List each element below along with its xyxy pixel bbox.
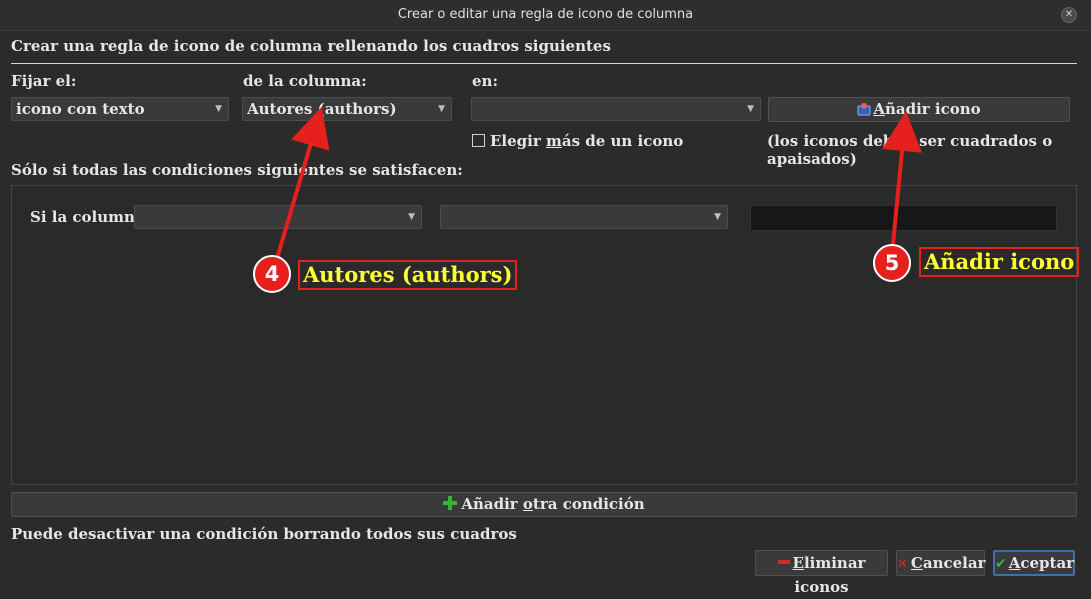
annotation-badge-5: 5 — [873, 244, 911, 282]
annotation-arrows — [274, 106, 922, 263]
arrow-to-columna — [274, 106, 330, 263]
annotation-callout-4: Autores (authors) — [298, 260, 518, 290]
annotation-callout-5: Añadir icono — [919, 247, 1080, 277]
annotation-badge-4: 4 — [253, 255, 291, 293]
arrow-to-add-icon — [882, 111, 922, 245]
